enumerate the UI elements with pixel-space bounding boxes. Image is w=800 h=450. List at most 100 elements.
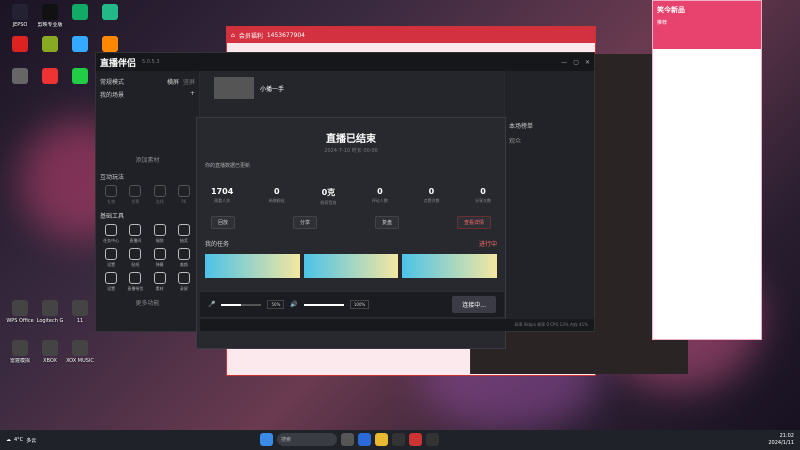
tool-item[interactable]: 投票	[124, 185, 146, 205]
mic-percent: 50%	[267, 300, 285, 309]
task-status: 进行中	[478, 241, 497, 248]
desktop-icon[interactable]: WPS Office	[6, 300, 34, 324]
search-box[interactable]: 搜索	[277, 433, 337, 446]
rank-title: 本场榜单	[509, 123, 534, 130]
desktop-icon[interactable]	[66, 68, 94, 86]
dialog-action-button[interactable]: 回放	[211, 216, 236, 229]
app-icon	[42, 68, 58, 84]
tiktok-icon[interactable]	[426, 433, 439, 446]
clock-date: 2024/1/11	[768, 440, 794, 446]
desktop-icon[interactable]	[36, 36, 64, 54]
tool-item[interactable]: 任务中心	[100, 224, 122, 244]
tool-icon	[129, 224, 142, 236]
tool-item[interactable]: 直播间	[124, 224, 146, 244]
scene-thumbnail[interactable]	[214, 77, 254, 99]
start-icon[interactable]	[260, 433, 273, 446]
desktop-icon[interactable]: JEPSO	[6, 4, 34, 28]
weather-widget[interactable]: ☁ 4°C 多云	[6, 437, 36, 444]
edge-icon[interactable]	[358, 433, 371, 446]
desktop-icon[interactable]: Logitech G	[36, 300, 64, 324]
desktop-icon[interactable]: 雷霆模拟	[6, 340, 34, 364]
dialog-subtitle: 2024-7-10 时长 00:00	[324, 148, 378, 154]
app-icon	[12, 340, 28, 356]
stat-label: 观看人次	[214, 198, 231, 203]
desktop-icon[interactable]: 剪映专业版	[36, 4, 64, 28]
tab-portrait[interactable]: 竖屏	[183, 77, 195, 86]
tool-item[interactable]: 素材	[149, 272, 171, 292]
tool-item[interactable]: 福袋	[149, 224, 171, 244]
mic-icon[interactable]: 🎤	[208, 301, 215, 308]
tool-icon	[105, 185, 118, 197]
pink-tab[interactable]: 推荐	[657, 19, 757, 26]
tool-label: 直播间	[129, 238, 142, 243]
desktop-icon[interactable]: 11	[66, 300, 94, 324]
desktop-icon[interactable]	[6, 68, 34, 86]
stat-label: 新增粉丝	[268, 198, 285, 203]
stat-label: 点赞次数	[423, 198, 440, 203]
tool-icon	[105, 248, 118, 260]
maximize-icon[interactable]: ▢	[573, 59, 579, 66]
tool-item[interactable]: 礼物	[100, 185, 122, 205]
stat-value: 1704	[211, 187, 234, 196]
tool-item[interactable]: 录屏	[173, 272, 195, 292]
desktop-icon[interactable]: XOX MUSIC	[66, 340, 94, 364]
desktop-icon[interactable]	[6, 36, 34, 54]
dialog-action-button[interactable]: 查看详情	[456, 216, 491, 229]
tool-item[interactable]: 贴纸	[124, 248, 146, 268]
app-icon	[42, 4, 58, 20]
app-icon	[72, 4, 88, 20]
status-bar: 码率 0kbps 帧率 0 CPU 13% 内存 41%	[200, 319, 594, 331]
desktop-icon[interactable]	[36, 68, 64, 86]
desktop-icon[interactable]	[96, 4, 124, 22]
tool-item[interactable]: 美颜	[173, 248, 195, 268]
folder-icon[interactable]	[375, 433, 388, 446]
clock[interactable]: 21:02 2024/1/11	[768, 433, 794, 447]
dialog-action-button[interactable]: 分享	[292, 216, 317, 229]
desktop-icon[interactable]: XBOX	[36, 340, 64, 364]
desktop-icon-label: XOX MUSIC	[66, 358, 94, 364]
add-icon[interactable]: +	[190, 90, 195, 99]
my-scene[interactable]: 我的场景	[100, 90, 124, 99]
tool-icon	[153, 272, 166, 284]
app-icon[interactable]	[409, 433, 422, 446]
taskview-icon[interactable]	[341, 433, 354, 446]
tab-landscape[interactable]: 横屏	[167, 77, 179, 86]
desktop-icon[interactable]	[66, 4, 94, 22]
pink-title: 笑今新品	[657, 6, 685, 14]
go-live-button[interactable]: 连接中...	[452, 296, 496, 313]
home-icon[interactable]: ⌂	[231, 32, 235, 39]
weather-desc: 多云	[26, 437, 37, 444]
tool-icon	[153, 224, 166, 236]
tool-label: 礼物	[107, 199, 116, 204]
speaker-icon[interactable]: 🔊	[290, 301, 297, 308]
task-banner[interactable]	[205, 254, 498, 278]
stat-value: 0	[428, 187, 435, 196]
mode-select[interactable]: 常规模式	[100, 77, 124, 86]
user-tab[interactable]: 小播一手	[260, 84, 284, 93]
tool-item[interactable]: 连线	[149, 185, 171, 205]
tool-icon	[177, 185, 190, 197]
tool-item[interactable]: PK	[173, 185, 195, 205]
add-material-button[interactable]: 添加素材	[135, 155, 159, 164]
app-icon	[72, 36, 88, 52]
tool-item[interactable]: 直播带货	[124, 272, 146, 292]
mic-slider[interactable]	[221, 303, 262, 306]
tool-item[interactable]: 设置	[100, 272, 122, 292]
minimize-icon[interactable]: —	[561, 59, 567, 66]
stat-item: 0 分享次数	[475, 187, 491, 206]
section-basic: 基础工具	[100, 213, 125, 220]
close-icon[interactable]: ✕	[585, 59, 590, 66]
rank-label[interactable]: 观众	[509, 136, 590, 145]
dialog-action-button[interactable]: 复盘	[374, 216, 399, 229]
pink-window[interactable]: 笑今新品 推荐	[652, 0, 762, 340]
app-icon	[42, 36, 58, 52]
steam-icon[interactable]	[392, 433, 405, 446]
tool-item[interactable]: 设置	[100, 248, 122, 268]
desktop-icon[interactable]	[66, 36, 94, 54]
tool-item[interactable]: 抽奖	[173, 224, 195, 244]
speaker-slider[interactable]	[303, 303, 344, 306]
live-companion-window[interactable]: 直播伴侣 5.0.5.3 — ▢ ✕ 常规模式 横屏 竖屏 我的场景 + 添加素…	[95, 52, 595, 349]
more-tools-button[interactable]: 更多功能	[100, 298, 195, 307]
app-icon	[12, 68, 28, 84]
tool-item[interactable]: 弹幕	[149, 248, 171, 268]
